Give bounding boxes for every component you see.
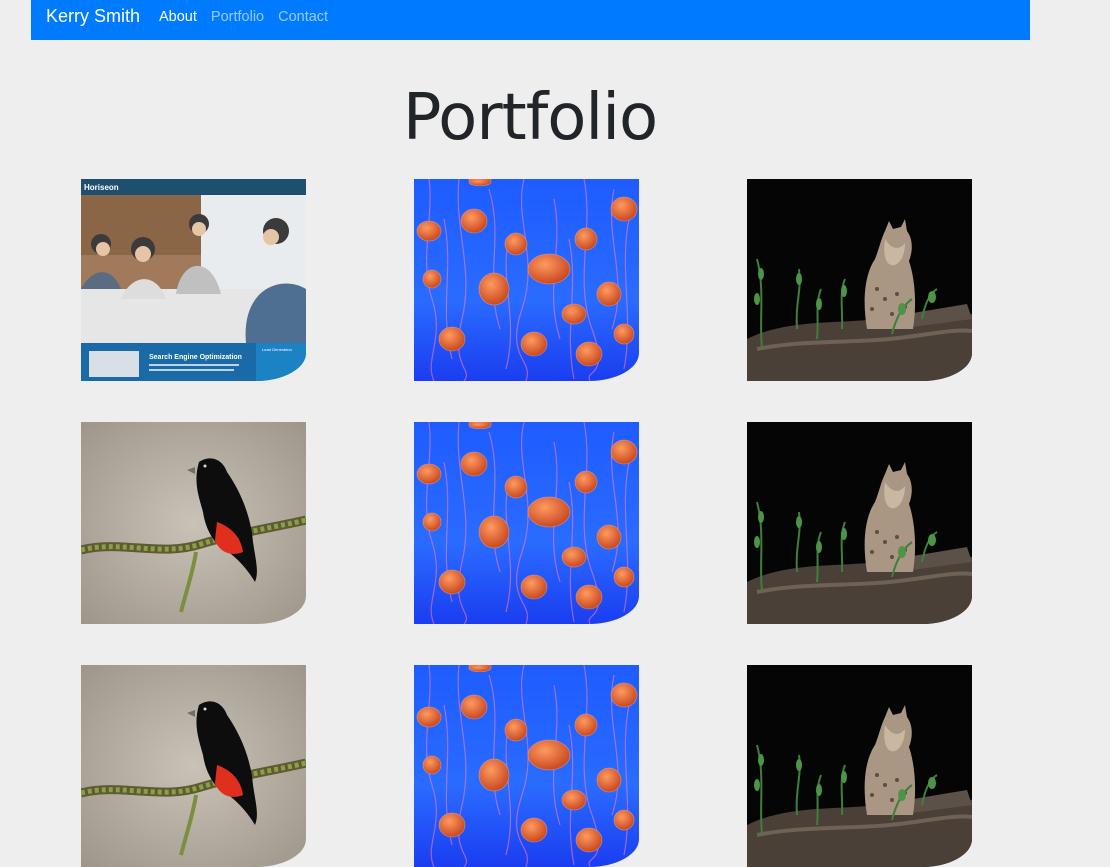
nav-link-about[interactable]: About <box>159 8 197 26</box>
portfolio-tile-horiseon[interactable] <box>81 179 306 381</box>
lynx-image <box>747 179 972 381</box>
nav-links: About Portfolio Contact <box>159 8 342 26</box>
portfolio-tile-jellyfish[interactable] <box>414 665 639 867</box>
page-title: Portfolio <box>402 81 658 155</box>
horiseon-website-image <box>81 179 306 381</box>
nav-link-portfolio[interactable]: Portfolio <box>211 8 264 26</box>
portfolio-tile-bird[interactable] <box>81 665 306 867</box>
jellyfish-image <box>414 179 639 381</box>
jellyfish-image <box>414 665 639 867</box>
jellyfish-image <box>414 422 639 624</box>
bird-image <box>81 422 306 624</box>
top-navbar: Kerry Smith About Portfolio Contact <box>31 0 1030 40</box>
portfolio-tile-jellyfish[interactable] <box>414 179 639 381</box>
brand-link[interactable]: Kerry Smith <box>46 6 140 26</box>
portfolio-tile-jellyfish[interactable] <box>414 422 639 624</box>
lynx-image <box>747 665 972 867</box>
lynx-image <box>747 422 972 624</box>
portfolio-tile-lynx[interactable] <box>747 179 972 381</box>
portfolio-tile-bird[interactable] <box>81 422 306 624</box>
bird-image <box>81 665 306 867</box>
portfolio-tile-lynx[interactable] <box>747 665 972 867</box>
nav-link-contact[interactable]: Contact <box>278 8 328 26</box>
portfolio-tile-lynx[interactable] <box>747 422 972 624</box>
